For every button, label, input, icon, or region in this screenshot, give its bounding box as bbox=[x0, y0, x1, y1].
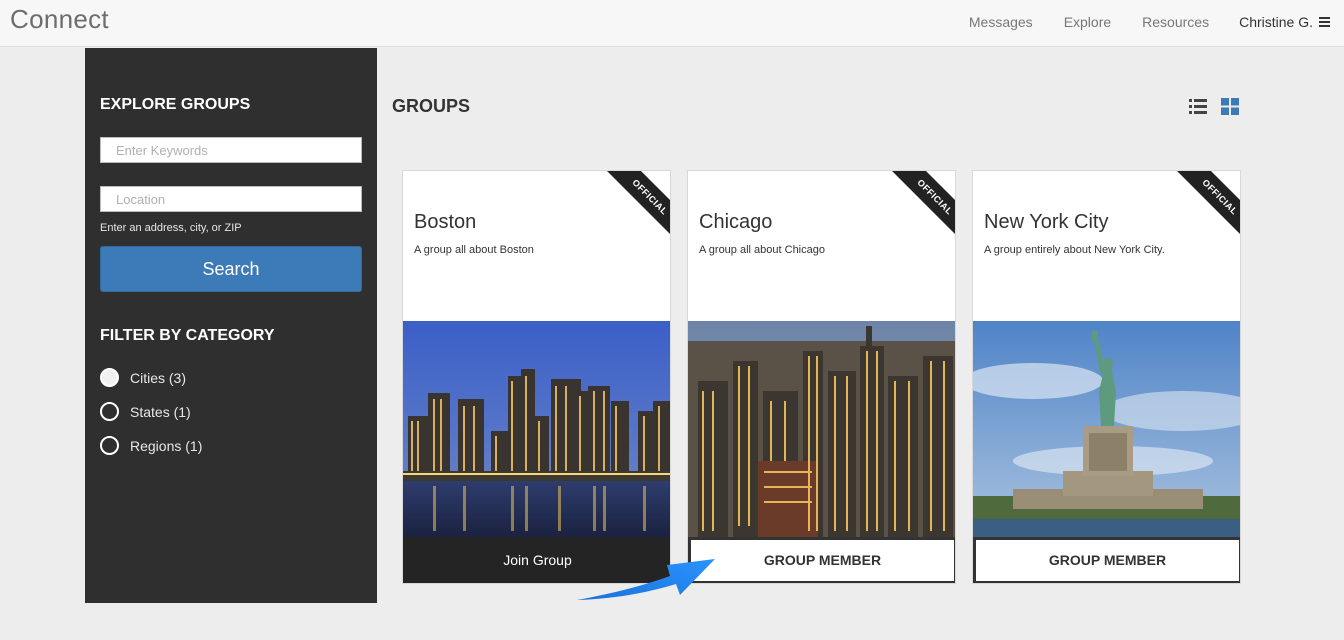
card-description: A group all about Boston bbox=[414, 244, 534, 256]
official-badge: OFFICIAL bbox=[1176, 171, 1240, 235]
nav-explore[interactable]: Explore bbox=[1064, 14, 1111, 30]
group-card-new-york-city[interactable]: OFFICIAL New York City A group entirely … bbox=[972, 170, 1241, 584]
user-menu[interactable]: Christine G. bbox=[1239, 14, 1330, 30]
filter-states[interactable]: States (1) bbox=[100, 402, 191, 421]
nav-resources[interactable]: Resources bbox=[1142, 14, 1209, 30]
group-card-chicago[interactable]: OFFICIAL Chicago A group all about Chica… bbox=[687, 170, 956, 584]
page-title: GROUPS bbox=[392, 96, 471, 116]
top-navbar: Connect Messages Explore Resources Chris… bbox=[0, 0, 1344, 47]
brand-logo[interactable]: Connect bbox=[10, 4, 109, 35]
explore-sidebar: EXPLORE GROUPS Enter an address, city, o… bbox=[85, 48, 377, 603]
group-member-button[interactable]: GROUP MEMBER bbox=[973, 537, 1240, 583]
user-name: Christine G. bbox=[1239, 14, 1313, 30]
official-ribbon: OFFICIAL bbox=[1176, 171, 1240, 235]
filter-cities[interactable]: Cities (3) bbox=[100, 368, 186, 387]
explore-groups-title: EXPLORE GROUPS bbox=[100, 96, 251, 113]
statue-of-liberty-image bbox=[973, 321, 1240, 537]
official-badge: OFFICIAL bbox=[891, 171, 955, 235]
hamburger-icon[interactable] bbox=[1319, 15, 1330, 29]
group-member-button[interactable]: GROUP MEMBER bbox=[688, 537, 955, 583]
annotation-arrow-icon bbox=[577, 559, 715, 600]
filter-label: Cities (3) bbox=[130, 369, 187, 386]
filter-regions[interactable]: Regions (1) bbox=[100, 436, 202, 455]
grid-view-icon[interactable] bbox=[1221, 98, 1239, 115]
list-view-icon[interactable] bbox=[1189, 98, 1207, 115]
filter-category-title: FILTER BY CATEGORY bbox=[100, 327, 275, 344]
main-nav: Messages Explore Resources Christine G. bbox=[938, 14, 1330, 30]
radio-icon[interactable] bbox=[100, 436, 119, 455]
location-input[interactable] bbox=[100, 186, 362, 212]
card-title[interactable]: Boston bbox=[414, 211, 476, 234]
group-card-boston[interactable]: OFFICIAL Boston A group all about Boston bbox=[402, 170, 671, 584]
card-title[interactable]: Chicago bbox=[699, 211, 772, 234]
nav-messages[interactable]: Messages bbox=[969, 14, 1033, 30]
location-hint: Enter an address, city, or ZIP bbox=[100, 222, 242, 234]
radio-selected-icon[interactable] bbox=[100, 368, 119, 387]
radio-icon[interactable] bbox=[100, 402, 119, 421]
card-description: A group all about Chicago bbox=[699, 244, 825, 256]
keywords-input[interactable] bbox=[100, 137, 362, 163]
filter-label: Regions (1) bbox=[130, 437, 203, 454]
filter-label: States (1) bbox=[130, 403, 191, 420]
search-button[interactable]: Search bbox=[100, 246, 362, 292]
official-ribbon: OFFICIAL bbox=[606, 171, 670, 235]
official-ribbon: OFFICIAL bbox=[891, 171, 955, 235]
official-badge: OFFICIAL bbox=[606, 171, 670, 235]
card-title[interactable]: New York City bbox=[984, 211, 1109, 234]
chicago-aerial-image bbox=[688, 321, 955, 537]
boston-skyline-image bbox=[403, 321, 670, 537]
card-description: A group entirely about New York City. bbox=[984, 244, 1165, 256]
